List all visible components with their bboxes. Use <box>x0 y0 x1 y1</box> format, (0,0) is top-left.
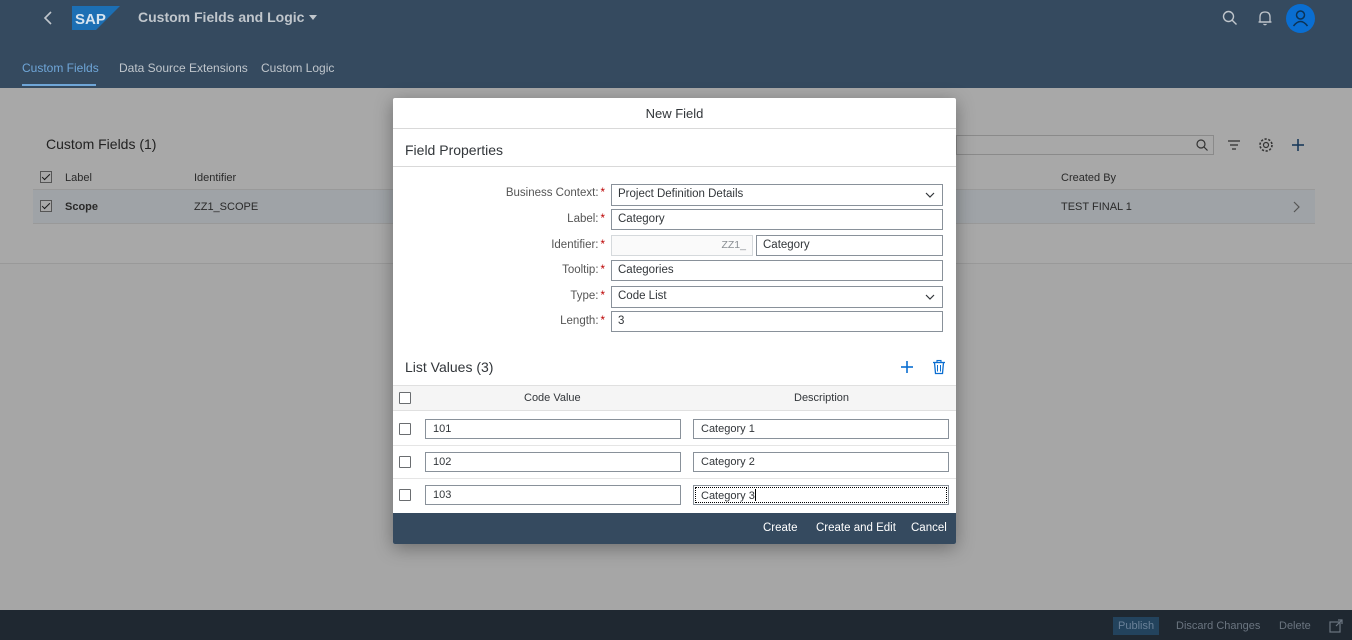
chevron-right-icon[interactable] <box>1291 200 1301 214</box>
section-divider <box>393 166 956 167</box>
panel-title: Custom Fields (1) <box>46 136 157 152</box>
avatar[interactable] <box>1286 4 1315 33</box>
search-input[interactable] <box>956 135 1214 155</box>
create-button[interactable]: Create <box>763 522 798 534</box>
identifier-input[interactable]: Category <box>756 235 943 256</box>
chevron-down-icon <box>925 192 935 198</box>
description-input[interactable]: Category 3 <box>693 485 949 505</box>
tab-custom-logic[interactable]: Custom Logic <box>261 61 334 75</box>
filter-icon[interactable] <box>1225 136 1243 154</box>
bell-icon[interactable] <box>1256 9 1274 27</box>
row-checkbox[interactable] <box>399 456 411 468</box>
code-value-input[interactable]: 101 <box>425 419 681 439</box>
column-header-identifier[interactable]: Identifier <box>194 172 236 184</box>
type-select[interactable]: Code List <box>611 286 943 308</box>
length-input[interactable]: 3 <box>611 311 943 332</box>
new-field-dialog: New Field Field Properties Business Cont… <box>393 98 956 544</box>
select-all-checkbox[interactable] <box>40 171 52 183</box>
column-header-label[interactable]: Label <box>65 172 92 184</box>
label-input[interactable]: Category <box>611 209 943 230</box>
description-input[interactable]: Category 1 <box>693 419 949 439</box>
search-icon[interactable] <box>1221 9 1239 27</box>
row-identifier: ZZ1_SCOPE <box>194 201 259 213</box>
row-checkbox[interactable] <box>399 423 411 435</box>
tab-data-source-extensions[interactable]: Data Source Extensions <box>119 61 248 75</box>
cancel-button[interactable]: Cancel <box>911 522 947 534</box>
share-icon[interactable] <box>1328 618 1344 634</box>
user-icon <box>1292 10 1309 27</box>
dialog-footer: Create Create and Edit Cancel <box>393 513 956 544</box>
publish-button[interactable]: Publish <box>1113 617 1160 635</box>
business-context-label: Business Context: * <box>505 187 605 199</box>
add-icon[interactable] <box>898 358 916 376</box>
discard-changes-button[interactable]: Discard Changes <box>1171 617 1265 635</box>
text-cursor <box>754 489 756 501</box>
list-values-header: Code Value Description <box>393 385 956 411</box>
svg-text:SAP: SAP <box>75 11 106 28</box>
tooltip-label: Tooltip: * <box>562 264 605 276</box>
shell-bar: SAP Custom Fields and Logic <box>0 0 1352 36</box>
tab-bar: Custom Fields Data Source Extensions Cus… <box>0 36 1352 88</box>
list-value-row[interactable]: 103 Category 3 <box>393 479 956 512</box>
tab-custom-fields[interactable]: Custom Fields <box>22 61 99 75</box>
identifier-label: Identifier: * <box>551 239 605 251</box>
search-icon[interactable] <box>1195 138 1209 152</box>
column-header-description[interactable]: Description <box>794 392 849 404</box>
tooltip-input[interactable]: Categories <box>611 260 943 281</box>
type-label: Type: * <box>570 290 605 302</box>
active-tab-indicator <box>22 84 96 86</box>
list-value-row[interactable]: 102 Category 2 <box>393 446 956 479</box>
column-header-code-value[interactable]: Code Value <box>524 392 581 404</box>
create-and-edit-button[interactable]: Create and Edit <box>816 522 896 534</box>
label-label: Label: * <box>567 213 605 225</box>
back-icon[interactable] <box>38 6 58 30</box>
code-value-input[interactable]: 103 <box>425 485 681 505</box>
sap-logo[interactable]: SAP <box>72 6 120 30</box>
delete-button[interactable]: Delete <box>1274 617 1316 635</box>
list-values-title: List Values (3) <box>405 359 494 375</box>
row-created-by: TEST FINAL 1 <box>1061 201 1132 213</box>
chevron-down-icon <box>925 294 935 300</box>
chevron-down-icon <box>309 15 318 20</box>
code-value-input[interactable]: 102 <box>425 452 681 472</box>
gear-icon[interactable] <box>1257 136 1275 154</box>
description-input[interactable]: Category 2 <box>693 452 949 472</box>
row-checkbox[interactable] <box>399 489 411 501</box>
add-icon[interactable] <box>1289 136 1307 154</box>
dialog-title: New Field <box>393 98 956 129</box>
column-header-created-by[interactable]: Created By <box>1061 172 1116 184</box>
business-context-select[interactable]: Project Definition Details <box>611 184 943 206</box>
app-title[interactable]: Custom Fields and Logic <box>138 9 318 25</box>
select-all-checkbox[interactable] <box>399 392 411 404</box>
list-value-row[interactable]: 101 Category 1 <box>393 413 956 446</box>
page-footer: Publish Discard Changes Delete <box>0 610 1352 640</box>
trash-icon[interactable] <box>930 358 948 376</box>
field-properties-title: Field Properties <box>405 142 504 158</box>
identifier-prefix: ZZ1_ <box>611 235 753 256</box>
row-checkbox[interactable] <box>40 200 52 212</box>
length-label: Length: * <box>560 315 605 327</box>
row-label: Scope <box>65 201 99 213</box>
